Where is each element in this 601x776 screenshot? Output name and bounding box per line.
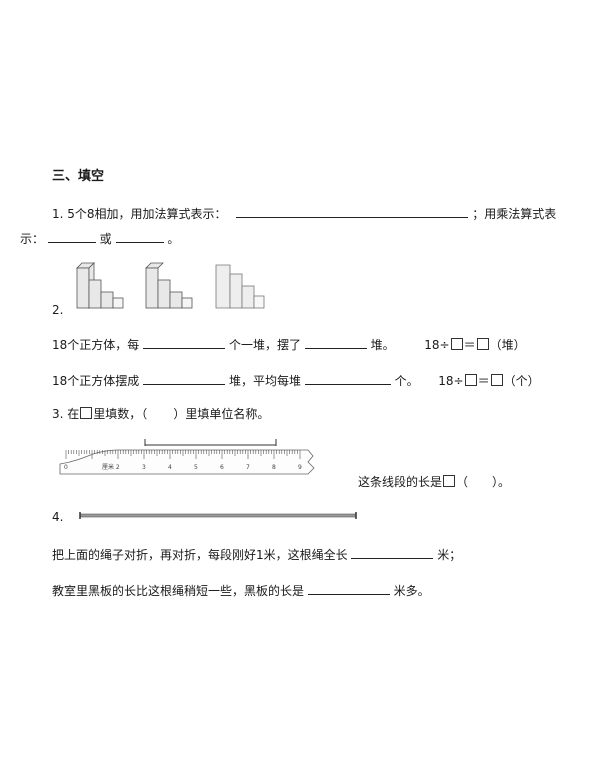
cube-stack-2 [145,262,193,309]
ruler-label: 3 [142,464,146,471]
question-3-prompt: 3. 在里填数，（ ）里填单位名称。 [52,406,269,422]
q3-text-c: ）里填单位名称。 [173,407,270,421]
q2-line2-a: 18个正方体摆成 [52,374,140,388]
cube-stacks-illustration [76,262,265,309]
q1-text-c: 示： [20,232,45,246]
question-1-line-2: 示： 或 。 [20,230,179,247]
q1-addition-blank[interactable] [236,205,469,218]
q3-prompt-box [80,407,93,419]
q1-multiplication-blank-1[interactable] [47,230,96,243]
rope-illustration [79,512,357,519]
question-1-line-1: 1. 5个8相加，用加法算式表示： ；用乘法算式表 [52,205,556,222]
q2-line1-blank-1[interactable] [143,336,226,349]
q2-line2-eq-unit: （个） [503,374,540,388]
q2-line2-eq-left: 18÷ [438,374,464,388]
q4-number: 4. [52,510,64,524]
q2-line2-c: 个。 [394,374,419,388]
section-heading: 三、填空 [52,169,105,184]
q2-line1-b: 个一堆，摆了 [228,338,301,352]
ruler-label: 8 [272,464,276,471]
q3-answer-box[interactable] [443,475,456,487]
question-2-line-2: 18个正方体摆成 堆，平均每堆 个。 18÷ ＝ （个） [52,372,540,389]
ruler-label: 9 [298,464,302,471]
q1-text-b: ；用乘法算式表 [472,207,557,221]
q2-line1-eq-left: 18÷ [424,338,450,352]
q2-line1-eq-unit: （堆） [489,338,526,352]
q2-line2-box-divisor[interactable] [464,374,477,386]
q4-line2-b: 米多。 [393,584,430,598]
cube-stack-1 [76,262,124,309]
ruler-body [59,449,315,475]
ruler-label: 4 [168,464,172,471]
q2-line2-box-quotient[interactable] [490,374,503,386]
q3-answer-b: （ [456,475,469,489]
q4-blackboard-blank[interactable] [307,582,390,595]
q2-line1-c: 堆。 [370,338,395,352]
ruler-label: 0 [64,464,68,471]
q3-answer-a: 这条线段的长是 [358,475,443,489]
ruler-label: 5 [194,464,198,471]
q2-line2-eq-equals: ＝ [477,374,490,388]
q4-line1-a: 把上面的绳子对折，再对折，每段刚好1米，这根绳全长 [52,548,348,562]
ruler-illustration: 0 厘米 2 3 4 5 6 7 8 9 [59,439,315,475]
cube-stack-3 [215,264,265,309]
q3-answer-line: 这条线段的长是 （ ）。 [358,474,510,490]
q3-answer-c: ）。 [492,475,511,489]
q3-text-b: 里填数，（ [93,407,148,421]
q2-line1-eq-equals: ＝ [463,338,476,352]
q2-line2-b: 堆，平均每堆 [228,374,301,388]
q1-or-word: 或 [99,232,112,246]
q4-length-blank[interactable] [351,546,434,559]
ruler-label: 厘米 2 [102,463,120,471]
measured-segment [144,439,277,446]
question-2-line-1: 18个正方体，每 个一堆，摆了 堆。 18÷ ＝ （堆） [52,336,526,353]
q3-text-a: 在 [67,407,80,421]
q4-line1-b: 米； [437,548,462,562]
q2-line1-box-quotient[interactable] [476,338,489,350]
q2-line2-blank-1[interactable] [143,372,226,385]
q1-period: 。 [167,232,180,246]
q3-number: 3. [52,407,64,421]
q2-line1-box-divisor[interactable] [450,338,463,350]
q2-line1-a: 18个正方体，每 [52,338,140,352]
ruler-label: 6 [220,464,224,471]
q1-text-a: 5个8相加，用加法算式表示： [67,207,227,221]
question-4-line-2: 教室里黑板的长比这根绳稍短一些，黑板的长是 米多。 [52,582,430,599]
q2-line1-blank-2[interactable] [304,336,367,349]
question-4-line-1: 把上面的绳子对折，再对折，每段刚好1米，这根绳全长 米； [52,546,461,563]
q1-number: 1. [52,207,64,221]
q4-line2-a: 教室里黑板的长比这根绳稍短一些，黑板的长是 [52,584,305,598]
q2-line2-blank-2[interactable] [304,372,391,385]
q2-number: 2. [52,303,64,317]
q1-multiplication-blank-2[interactable] [115,230,164,243]
ruler-label: 7 [246,464,250,471]
